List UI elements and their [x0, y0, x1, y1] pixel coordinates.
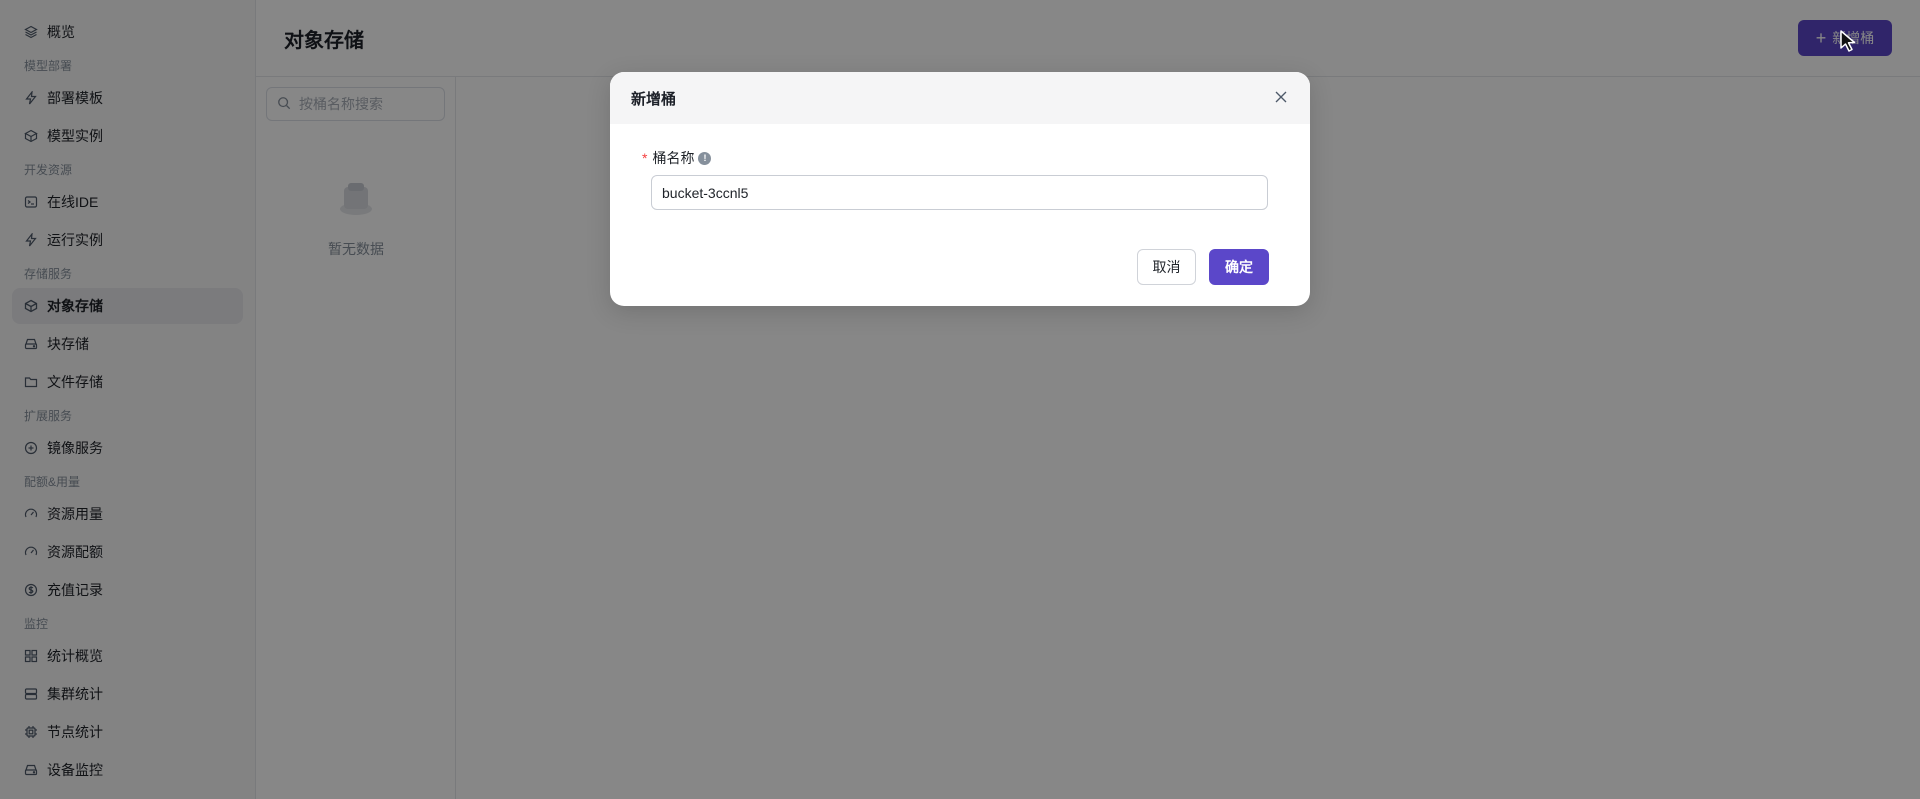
bucket-name-input[interactable]: [651, 175, 1268, 210]
help-icon[interactable]: !: [698, 151, 712, 165]
close-icon[interactable]: [1274, 90, 1290, 106]
cancel-button[interactable]: 取消: [1137, 249, 1196, 285]
confirm-button[interactable]: 确定: [1209, 249, 1269, 285]
dialog-header: 新增桶: [610, 72, 1310, 124]
mouse-cursor-icon: [1838, 29, 1860, 53]
required-asterisk: *: [642, 150, 648, 166]
add-bucket-dialog: 新增桶 * 桶名称 ! 取消 确定: [610, 72, 1310, 306]
bucket-name-label-text: 桶名称: [652, 150, 695, 166]
dialog-title: 新增桶: [631, 90, 677, 108]
bucket-name-label: * 桶名称 !: [642, 148, 712, 168]
